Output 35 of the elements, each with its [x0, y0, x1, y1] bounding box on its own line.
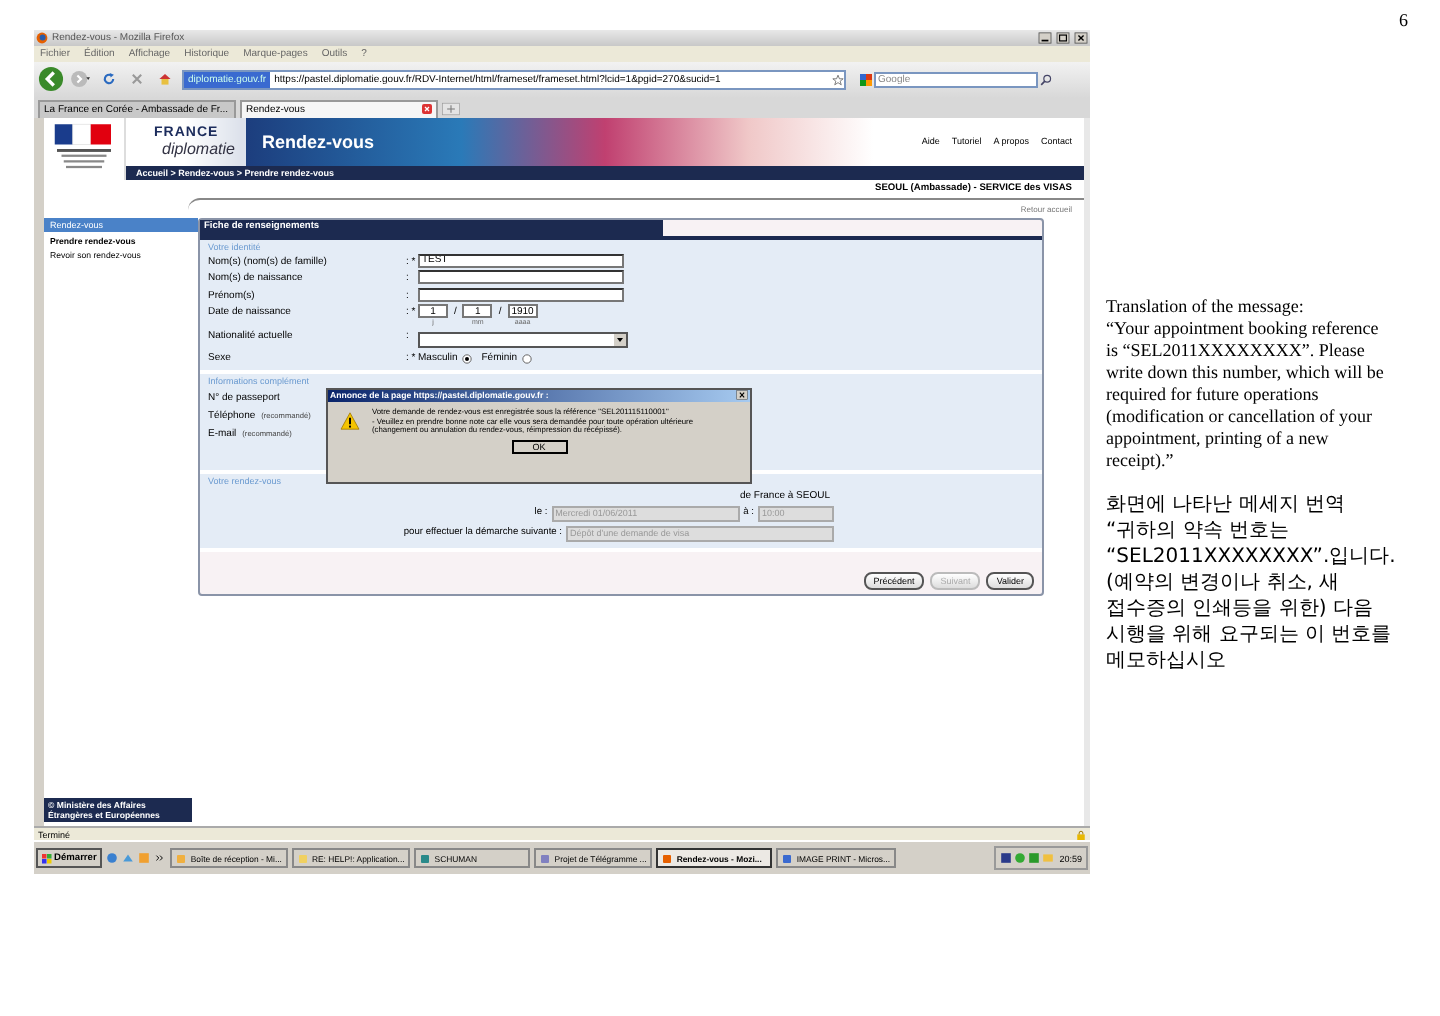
- close-icon[interactable]: [736, 390, 748, 401]
- korean-translation: 화면에 나타난 메세지 번역 “귀하의 약속 번호는 “SEL2011XXXXXXXX”.입니다. (예약의 변경이나 취소, 새 접수증의 인쇄등을 위한) 다음 시행을 위해 요구되는 이 번호를 메모하십시오: [1106, 492, 1398, 674]
- app-icon: [662, 853, 673, 864]
- app-icon: [176, 853, 187, 864]
- radio-button[interactable]: [461, 353, 472, 364]
- radio-button[interactable]: [521, 353, 532, 364]
- close-icon[interactable]: [1074, 31, 1088, 44]
- english-translation: “Your appointment booking reference is “SEL2011XXXXXXXX”. Please write down this number, which will be required for future operations (modification or cancellation of your appointment, printing of a new receipt).”: [1106, 318, 1386, 472]
- app-icon: [782, 853, 793, 864]
- chevron-icon[interactable]: [154, 852, 167, 865]
- translation-heading: Translation of the message:: [1106, 296, 1306, 318]
- app-icon: [420, 853, 431, 864]
- page-number: 6: [1399, 10, 1408, 30]
- brand-subtitle: diplomatie: [162, 139, 237, 158]
- text-field[interactable]: [418, 270, 624, 285]
- stop-icon[interactable]: [130, 72, 144, 87]
- google-icon: [860, 73, 872, 86]
- app-icon: [540, 853, 551, 864]
- app-icon: [297, 853, 308, 864]
- warning-icon: [340, 411, 360, 430]
- minimize-icon[interactable]: [1038, 31, 1052, 44]
- search-icon[interactable]: [1040, 73, 1052, 86]
- lock-icon: [1076, 829, 1086, 840]
- maximize-icon[interactable]: [1056, 31, 1070, 44]
- star-icon[interactable]: [832, 73, 844, 86]
- nationality-dropdown[interactable]: [418, 332, 628, 349]
- windows-logo-icon: [42, 853, 52, 864]
- dropdown-arrow-icon[interactable]: [614, 334, 626, 347]
- firefox-icon: [36, 31, 48, 44]
- reload-icon[interactable]: [102, 72, 116, 87]
- banner-title: Rendez-vous: [262, 131, 375, 152]
- text-field[interactable]: [418, 287, 624, 302]
- close-tab-icon[interactable]: [422, 104, 432, 115]
- back-icon[interactable]: [38, 66, 64, 93]
- home-icon[interactable]: [158, 72, 172, 87]
